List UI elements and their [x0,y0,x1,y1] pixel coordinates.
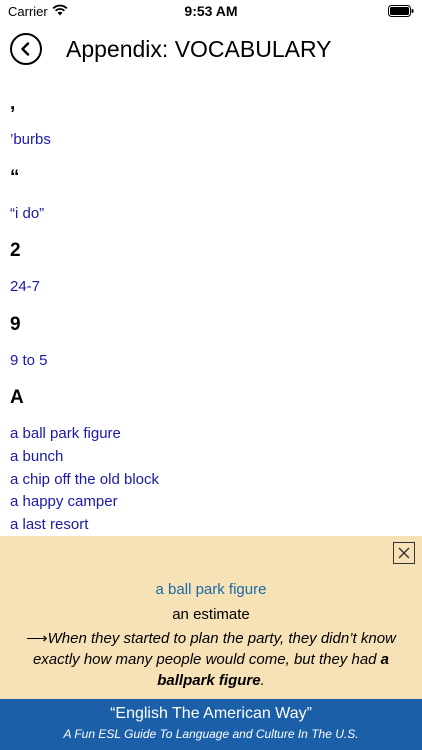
vocab-item[interactable]: a chip off the old block [0,469,422,492]
arrow-icon: ⟶ [26,630,48,647]
vocab-item[interactable]: “i do” [0,203,422,226]
page-title: Appendix: VOCABULARY [66,36,332,62]
popup-definition: an estimate [172,606,250,623]
vocab-item[interactable]: 24-7 [0,276,422,299]
section-heading-quote: “ [10,166,20,188]
footer-title: “English The American Way” [110,705,312,722]
popup-term: a ball park figure [155,581,267,598]
back-button[interactable] [10,33,42,65]
section-heading-9: 9 [10,313,21,335]
vocab-item[interactable]: a last resort [0,514,422,537]
example-end: . [260,672,265,689]
vocab-item[interactable]: ’burbs [0,129,422,152]
footer-banner: “English The American Way” A Fun ESL Gui… [0,699,422,750]
close-button[interactable] [393,542,415,564]
chevron-left-icon [21,42,30,56]
close-icon [398,547,410,559]
section-heading-2: 2 [10,240,21,262]
vocab-item[interactable]: 9 to 5 [0,350,422,373]
status-bar: Carrier 9:53 AM [0,0,422,22]
vocab-item[interactable]: a bunch [0,446,422,469]
example-text: When they started to plan the party, the… [32,630,396,668]
vocabulary-list: , ’burbs “ “i do” 2 24-7 9 9 to 5 A a ba… [0,92,422,536]
section-heading-comma: , [10,93,16,114]
definition-popup: a ball park figure an estimate ⟶When the… [0,536,422,699]
vocab-item[interactable]: a ball park figure [0,423,422,446]
vocab-item[interactable]: a happy camper [0,491,422,514]
popup-example: ⟶When they started to plan the party, th… [12,628,410,691]
footer-subtitle: A Fun ESL Guide To Language and Culture … [63,727,359,741]
status-time: 9:53 AM [184,3,238,19]
section-heading-a: A [10,387,24,409]
navigation-bar: Appendix: VOCABULARY [0,26,422,74]
battery-icon [388,5,414,17]
